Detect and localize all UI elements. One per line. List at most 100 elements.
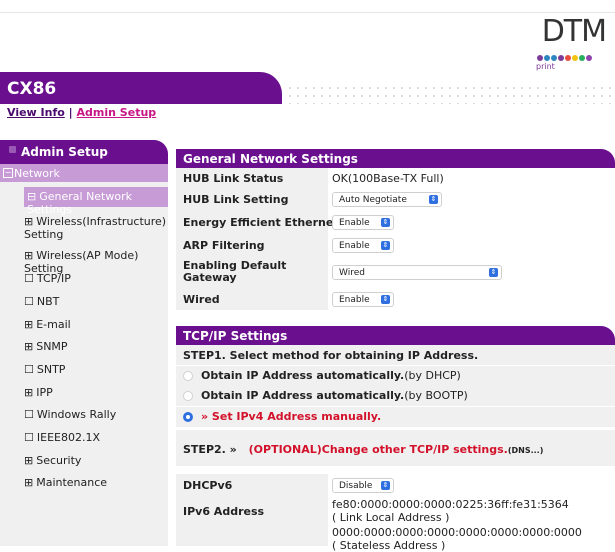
radio-dhcp[interactable] xyxy=(183,371,193,381)
sidebar-bullet-icon xyxy=(9,146,16,153)
sidebar-item-maintenance[interactable]: ⊞ Maintenance xyxy=(24,476,168,489)
sidebar-item-wireless-infrastructure[interactable]: ⊞ Wireless(Infrastructure) Setting xyxy=(24,215,168,241)
row-label: ARP Filtering xyxy=(183,239,265,252)
step2-prefix: STEP2. » xyxy=(183,443,237,456)
select-arrow-icon: ⇕ xyxy=(381,218,390,227)
step1-row: STEP1. Select method for obtaining IP Ad… xyxy=(176,345,615,366)
select-value: Enable xyxy=(339,218,370,228)
radio-bootp[interactable] xyxy=(183,391,193,401)
select-value: Wired xyxy=(339,268,365,278)
sidebar-item-ipp[interactable]: ⊞ IPP xyxy=(24,386,168,399)
optional-settings-link[interactable]: (OPTIONAL)Change other TCP/IP settings. xyxy=(249,443,508,456)
option-dhcp-tail: (by DHCP) xyxy=(404,369,461,382)
dtm-logo: DTM print xyxy=(532,14,612,71)
dot-strip xyxy=(286,84,615,104)
ipv6-link-local-note: ( Link Local Address ) xyxy=(332,511,450,524)
sidebar-item-sntp[interactable]: ☐ SNTP xyxy=(24,363,168,376)
sidebar-item-label: SNMP xyxy=(36,340,68,353)
step2-row: STEP2. » (OPTIONAL)Change other TCP/IP s… xyxy=(176,430,615,467)
expand-icon: ⊞ xyxy=(24,476,34,489)
option-bootp[interactable]: Obtain IP Address automatically.(by BOOT… xyxy=(176,386,615,406)
logo-text: DTM xyxy=(541,14,607,49)
default-gateway-select[interactable]: Wired ⇕ xyxy=(332,265,502,280)
page-title: CX86 xyxy=(7,79,57,99)
select-arrow-icon: ⇕ xyxy=(429,195,438,204)
select-value: Enable xyxy=(339,241,370,251)
row-hub-link-status: HUB Link Status OK(100Base-TX Full) xyxy=(176,168,615,190)
sidebar-item-label: E-mail xyxy=(36,318,71,331)
row-enabling-default-gateway: Enabling Default Gateway Wired ⇕ xyxy=(176,257,615,289)
energy-efficient-ethernet-select[interactable]: Enable ⇕ xyxy=(332,215,394,230)
select-arrow-icon: ⇕ xyxy=(381,241,390,250)
page-icon: ☐ xyxy=(24,295,34,308)
select-value: Disable xyxy=(339,481,373,491)
arp-filtering-select[interactable]: Enable ⇕ xyxy=(332,238,394,253)
collapse-icon: − xyxy=(3,168,13,178)
hub-link-setting-select[interactable]: Auto Negotiate ⇕ xyxy=(332,192,442,207)
step2-dns-note: (DNS...) xyxy=(507,446,544,455)
hub-link-status-value: OK(100Base-TX Full) xyxy=(332,172,444,185)
dhcpv6-select[interactable]: Disable ⇕ xyxy=(332,478,394,493)
breadcrumb: View Info | Admin Setup xyxy=(7,106,156,119)
option-bootp-bold: Obtain IP Address automatically. xyxy=(201,389,405,402)
sidebar-item-network[interactable]: − Network xyxy=(0,164,168,182)
wired-select[interactable]: Enable ⇕ xyxy=(332,292,394,307)
sidebar-item-windows-rally[interactable]: ☐ Windows Rally xyxy=(24,408,168,421)
sidebar-item-label: SNTP xyxy=(36,363,66,376)
tcpip-settings-header: TCP/IP Settings xyxy=(176,326,615,345)
row-label: HUB Link Status xyxy=(183,172,284,185)
select-value: Enable xyxy=(339,295,370,305)
expand-icon: ⊞ xyxy=(24,454,34,467)
option-dhcp[interactable]: Obtain IP Address automatically.(by DHCP… xyxy=(176,366,615,386)
select-value: Auto Negotiate xyxy=(339,195,407,205)
sidebar-item-security[interactable]: ⊞ Security xyxy=(24,454,168,467)
option-dhcp-label: Obtain IP Address automatically.(by DHCP… xyxy=(201,369,461,382)
sidebar-item-label: TCP/IP xyxy=(36,272,71,285)
ipv6-stateless-value: 0000:0000:0000:0000:0000:0000:0000:0000 xyxy=(332,526,582,539)
expand-icon: ⊞ xyxy=(24,318,34,331)
ipv6-link-local-value: fe80:0000:0000:0000:0225:36ff:fe31:5364 xyxy=(332,498,569,511)
select-arrow-icon: ⇕ xyxy=(489,268,498,277)
row-arp-filtering: ARP Filtering Enable ⇕ xyxy=(176,234,615,258)
expand-icon: ⊞ xyxy=(24,340,34,353)
radio-manual[interactable] xyxy=(183,412,193,422)
sidebar-header: Admin Setup xyxy=(0,140,168,164)
option-manual[interactable]: » Set IPv4 Address manually. xyxy=(176,407,615,427)
option-dhcp-bold: Obtain IP Address automatically. xyxy=(201,369,405,382)
sidebar-item-label: NBT xyxy=(36,295,60,308)
row-label: Enabling Default Gateway xyxy=(183,259,287,284)
sidebar-item-email[interactable]: ⊞ E-mail xyxy=(24,318,168,331)
sidebar-item-label: Wireless(Infrastructure) Setting xyxy=(24,215,167,241)
top-divider xyxy=(0,12,615,13)
page-icon: ☐ xyxy=(24,431,34,444)
logo-sub: print xyxy=(536,62,555,71)
option-manual-label: » Set IPv4 Address manually. xyxy=(201,410,382,423)
row-ipv6-address: IPv6 Address fe80:0000:0000:0000:0225:36… xyxy=(176,496,615,525)
row-wired: Wired Enable ⇕ xyxy=(176,288,615,311)
panel-title: General Network Settings xyxy=(183,152,358,166)
sidebar-item-ieee8021x[interactable]: ☐ IEEE802.1X xyxy=(24,431,168,444)
row-energy-efficient-ethernet: Energy Efficient Ethernet Enable ⇕ xyxy=(176,211,615,235)
expand-icon: ⊞ xyxy=(24,215,34,228)
sidebar-item-snmp[interactable]: ⊞ SNMP xyxy=(24,340,168,353)
sidebar-item-general-network-settings[interactable]: ⊟ General Network Settings xyxy=(24,187,168,216)
sidebar-item-label: Security xyxy=(36,454,82,467)
view-info-link[interactable]: View Info xyxy=(7,106,65,119)
sidebar-item-tcpip[interactable]: ☐ TCP/IP xyxy=(24,272,168,285)
step2-label: STEP2. » (OPTIONAL)Change other TCP/IP s… xyxy=(183,443,543,456)
sidebar-menu: ⊟ General Network Settings ⊞ Wireless(Infr… xyxy=(0,182,168,546)
row-label: Wired xyxy=(183,293,220,306)
expand-icon: ⊞ xyxy=(24,386,34,399)
admin-setup-link[interactable]: Admin Setup xyxy=(77,106,157,119)
sidebar-item-label: General Network Settings xyxy=(27,190,132,216)
sidebar-item-label: Maintenance xyxy=(36,476,108,489)
page-icon: ☐ xyxy=(24,363,34,376)
general-network-settings-header: General Network Settings xyxy=(176,149,615,168)
option-bootp-label: Obtain IP Address automatically.(by BOOT… xyxy=(201,389,468,402)
row-ipv6-stateless: 0000:0000:0000:0000:0000:0000:0000:0000 … xyxy=(176,524,615,552)
panel-title: TCP/IP Settings xyxy=(183,329,288,343)
optional-settings-text: (OPTIONAL)Change other TCP/IP settings. xyxy=(248,443,508,456)
sidebar-item-label: IEEE802.1X xyxy=(36,431,100,444)
option-bootp-tail: (by BOOTP) xyxy=(404,389,468,402)
sidebar-item-nbt[interactable]: ☐ NBT xyxy=(24,295,168,308)
